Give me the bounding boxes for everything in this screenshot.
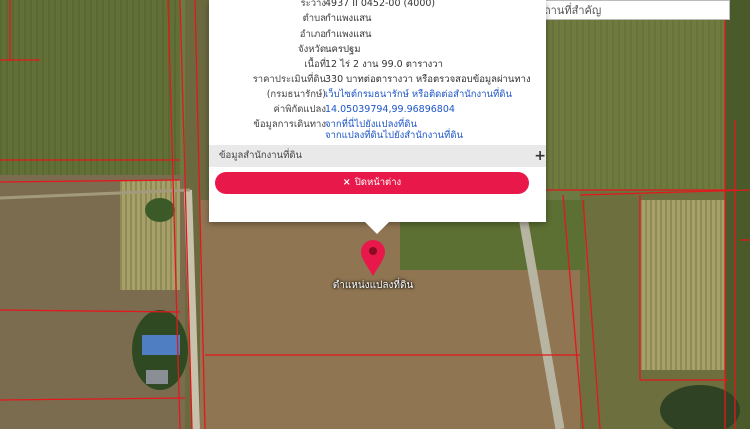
field-far-right — [725, 0, 750, 429]
parcel-info-popup: ระวาง 4937 II 0452-00 (4000) ตำบล กำแพงแ… — [209, 0, 546, 234]
row-value: 330 บาทต่อตารางวา หรือตรวจสอบข้อมูลผ่านท… — [325, 74, 531, 85]
pin-label: ตำแหน่งแปลงที่ดิน — [332, 280, 414, 291]
treasury-link[interactable]: เว็บไซต์กรมธนารักษ์ หรือติดต่อสำนักงานที… — [325, 87, 512, 103]
field-strip — [120, 180, 180, 290]
row-value: กำแพงแสน — [325, 13, 372, 24]
row-label: อำเภอ — [299, 29, 326, 40]
expand-plus-icon[interactable]: + — [534, 145, 546, 167]
row-label: ตำบล — [302, 13, 326, 24]
land-office-section[interactable]: ข้อมูลสำนักงานที่ดิน + — [209, 145, 546, 167]
row-label: (กรมธนารักษ์) — [266, 89, 326, 100]
info-row-treasury: (กรมธนารักษ์) เว็บไซต์กรมธนารักษ์ หรือติ… — [209, 87, 546, 103]
row-label: ค่าพิกัดแปลง — [273, 104, 327, 115]
tree — [145, 198, 175, 222]
info-row-province: จังหวัด นครปฐม — [209, 42, 546, 58]
field-strip-right — [640, 200, 725, 370]
house-roof — [142, 335, 180, 355]
info-row-district: อำเภอ กำแพงแสน — [209, 27, 546, 43]
info-row-appraisal: ราคาประเมินที่ดิน 330 บาทต่อตารางวา หรือ… — [209, 72, 546, 88]
row-label: ราคาประเมินที่ดิน — [252, 74, 326, 85]
close-button-label: ปิดหน้าต่าง — [354, 177, 402, 188]
row-label: จังหวัด — [298, 44, 326, 55]
row-label: เนื้อที่ — [304, 59, 326, 70]
close-icon: × — [342, 177, 351, 188]
house-roof — [146, 370, 168, 384]
directions-to-office-link[interactable]: จากแปลงที่ดินไปยังสำนักงานที่ดิน — [325, 128, 463, 144]
coordinates-link[interactable]: 14.05039794,99.96896804 — [325, 102, 455, 118]
section-label: ข้อมูลสำนักงานที่ดิน — [219, 150, 303, 161]
info-row-area: เนื้อที่ 12 ไร่ 2 งาน 99.0 ตารางวา — [209, 57, 546, 73]
info-row-directions-office: จากแปลงที่ดินไปยังสำนักงานที่ดิน — [209, 128, 546, 144]
row-value: นครปฐม — [325, 44, 361, 55]
row-value: 12 ไร่ 2 งาน 99.0 ตารางวา — [325, 59, 443, 70]
field-texture — [0, 0, 180, 175]
info-row-coordinates: ค่าพิกัดแปลง 14.05039794,99.96896804 — [209, 102, 546, 118]
close-window-button[interactable]: × ปิดหน้าต่าง — [215, 172, 529, 194]
field-texture-right — [545, 0, 735, 190]
row-value: กำแพงแสน — [325, 29, 372, 40]
info-row-subdistrict: ตำบล กำแพงแสน — [209, 11, 546, 27]
